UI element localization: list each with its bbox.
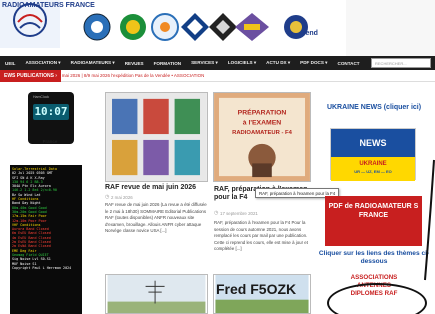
hand-drawn-line [424, 159, 435, 281]
page: RADIOAMATEURS FRANCE Gend UEIL ASSOCIATI… [0, 0, 435, 314]
